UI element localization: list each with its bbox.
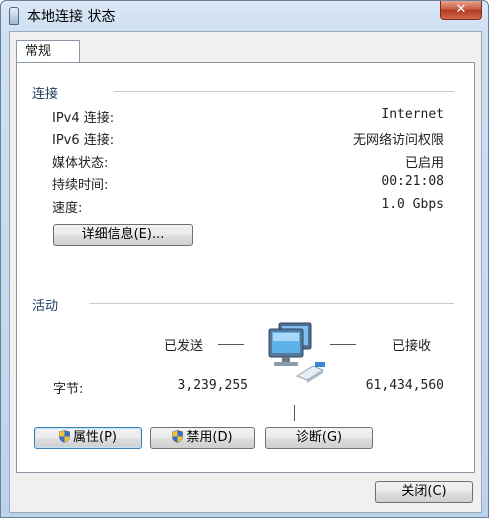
bytes-received-value: 61,434,560 bbox=[365, 378, 444, 393]
received-dash bbox=[330, 344, 356, 345]
sent-label: 已发送 bbox=[164, 339, 204, 354]
sent-dash bbox=[218, 344, 244, 345]
window-title: 本地连接 状态 bbox=[27, 9, 116, 25]
speed-value: 1.0 Gbps bbox=[381, 197, 444, 212]
properties-button[interactable]: 属性(P) bbox=[34, 427, 142, 449]
activity-vertical-line bbox=[294, 405, 295, 421]
disable-button[interactable]: 禁用(D) bbox=[150, 427, 255, 449]
media-state-value: 已启用 bbox=[404, 156, 444, 171]
duration-value: 00:21:08 bbox=[381, 174, 444, 189]
bytes-label: 字节: bbox=[53, 382, 84, 397]
disable-button-label: 禁用(D) bbox=[186, 430, 233, 445]
title-bar[interactable]: 本地连接 状态 ✕ bbox=[1, 1, 488, 31]
connection-divider bbox=[114, 91, 454, 92]
uac-shield-icon bbox=[172, 430, 184, 443]
general-panel: 连接 IPv4 连接: Internet IPv6 连接: 无网络访问权限 媒体… bbox=[16, 62, 475, 473]
speed-label: 速度: bbox=[52, 201, 83, 216]
bytes-sent-value: 3,239,255 bbox=[177, 378, 248, 393]
uac-shield-icon bbox=[59, 430, 70, 443]
network-computers-icon bbox=[268, 322, 325, 383]
connection-group-label: 连接 bbox=[32, 87, 59, 102]
ipv4-value: Internet bbox=[381, 107, 444, 122]
dialog-client: 常规 连接 IPv4 连接: Internet IPv6 连接: 无网络访问权限… bbox=[9, 31, 482, 513]
properties-button-label: 属性(P) bbox=[73, 430, 117, 445]
tab-general[interactable]: 常规 bbox=[16, 40, 80, 62]
activity-divider bbox=[89, 303, 454, 304]
ipv6-label: IPv6 连接: bbox=[52, 133, 115, 148]
ipv4-label: IPv4 连接: bbox=[52, 111, 115, 126]
ipv6-value: 无网络访问权限 bbox=[352, 133, 444, 148]
activity-group-label: 活动 bbox=[32, 299, 59, 314]
close-window-button[interactable]: ✕ bbox=[440, 1, 482, 20]
network-adapter-icon bbox=[9, 7, 19, 25]
received-label: 已接收 bbox=[392, 339, 432, 354]
duration-label: 持续时间: bbox=[52, 178, 109, 193]
media-state-label: 媒体状态: bbox=[52, 156, 109, 171]
status-window: 本地连接 状态 ✕ 常规 连接 IPv4 连接: Internet IPv6 连… bbox=[0, 0, 489, 518]
details-button[interactable]: 详细信息(E)... bbox=[53, 224, 193, 246]
diagnose-button[interactable]: 诊断(G) bbox=[265, 427, 373, 449]
close-button[interactable]: 关闭(C) bbox=[375, 481, 473, 503]
